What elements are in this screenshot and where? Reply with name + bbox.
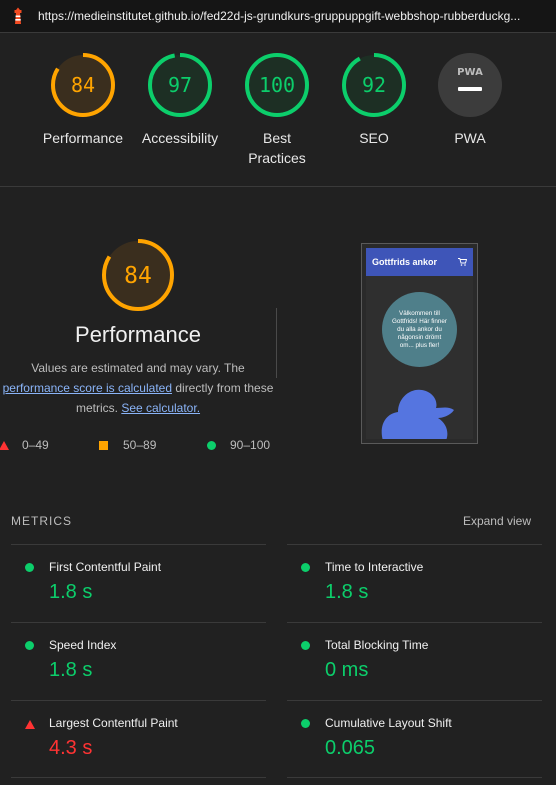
score-calculated-link[interactable]: performance score is calculated <box>3 381 172 395</box>
metric-title: Time to Interactive <box>325 560 424 574</box>
gauge-label: Accessibility <box>141 130 219 146</box>
pass-circle-icon <box>301 563 310 572</box>
final-screenshot[interactable]: Gottfrids ankor Välkommen till Gottfrids… <box>361 243 478 444</box>
page-url[interactable]: https://medieinstitutet.github.io/fed22d… <box>38 9 528 23</box>
pass-circle-icon <box>301 641 310 650</box>
site-name: Gottfrids ankor <box>372 257 438 267</box>
performance-title: Performance <box>75 322 201 347</box>
gauge-ring: 100 <box>245 53 309 117</box>
metric-cumulative-layout-shift: Cumulative Layout Shift 0.065 <box>287 700 542 778</box>
screenshot-content: Gottfrids ankor Välkommen till Gottfrids… <box>366 248 473 439</box>
score-legend: 0–49 50–89 90–100 <box>0 438 276 454</box>
performance-summary: 84 Performance Values are estimated and … <box>0 238 276 418</box>
section-divider <box>0 186 556 187</box>
square-icon <box>99 440 108 450</box>
desc-line3: metrics. <box>75 401 122 415</box>
lighthouse-logo-icon <box>14 7 22 24</box>
gauge-best-practices[interactable]: 100 Best Practices <box>227 52 327 168</box>
pass-circle-icon <box>25 563 34 572</box>
gauge-score: 100 <box>259 73 295 97</box>
gauge-label-line1: Best <box>262 130 291 146</box>
metric-value: 0 ms <box>325 659 369 681</box>
gauge-pwa[interactable]: PWA PWA <box>420 52 520 148</box>
pass-circle-icon <box>301 719 310 728</box>
gauge-label-line2: Practices <box>248 150 306 166</box>
metric-speed-index: Speed Index 1.8 s <box>11 622 266 700</box>
pwa-badge-icon: PWA <box>438 53 502 117</box>
pwa-badge-text: PWA <box>457 67 483 78</box>
category-gauges: 84 Performance 97 Accessibility 100 Best… <box>0 52 556 172</box>
gauge-label: SEO <box>359 130 389 146</box>
desc-line1: Values are estimated and may vary. The <box>31 361 245 375</box>
metric-title: First Contentful Paint <box>49 560 162 574</box>
performance-score: 84 <box>124 263 152 289</box>
desc-mid: directly from these <box>172 381 274 395</box>
gauge-seo[interactable]: 92 SEO <box>324 52 424 148</box>
metrics-bottom-divider <box>11 777 266 778</box>
gauge-ring: 92 <box>342 53 406 117</box>
gauge-accessibility[interactable]: 97 Accessibility <box>130 52 230 148</box>
gauge-performance[interactable]: 84 Performance <box>33 52 133 148</box>
metric-value: 1.8 s <box>49 581 93 603</box>
legend-average-label: 50–89 <box>123 438 157 452</box>
legend-bad: 0–49 <box>0 438 49 452</box>
metric-total-blocking-time: Total Blocking Time 0 ms <box>287 622 542 700</box>
gauge-ring: 84 <box>51 53 115 117</box>
legend-average: 50–89 <box>99 438 156 452</box>
circle-icon <box>207 440 216 450</box>
fail-triangle-icon <box>25 720 35 729</box>
gauge-score: 97 <box>168 73 192 97</box>
url-bar: https://medieinstitutet.github.io/fed22d… <box>0 0 556 33</box>
gauge-label: Best Practices <box>227 128 327 168</box>
welcome-circle: Välkommen till Gottfrids! Här finner du … <box>382 292 457 367</box>
metrics-heading: METRICS <box>11 514 72 528</box>
gauge-label: Performance <box>42 130 124 146</box>
metric-value: 4.3 s <box>49 737 93 759</box>
duck-icon <box>381 389 454 439</box>
pass-circle-icon <box>25 641 34 650</box>
metric-value: 0.065 <box>325 737 376 759</box>
metric-first-contentful-paint: First Contentful Paint 1.8 s <box>11 544 266 622</box>
metric-title: Largest Contentful Paint <box>49 716 178 730</box>
see-calculator-link[interactable]: See calculator. <box>121 401 200 415</box>
expand-view-button[interactable]: Expand view <box>463 514 531 528</box>
gauge-ring: 97 <box>148 53 212 117</box>
gauge-label: PWA <box>454 130 486 146</box>
metric-value: 1.8 s <box>49 659 93 681</box>
metrics-header: METRICS Expand view <box>11 514 531 528</box>
gauge-score: 84 <box>71 73 95 97</box>
performance-gauge: 84 <box>102 239 174 311</box>
vertical-divider <box>276 308 277 378</box>
metric-time-to-interactive: Time to Interactive 1.8 s <box>287 544 542 622</box>
legend-bad-label: 0–49 <box>22 438 49 452</box>
triangle-icon <box>0 440 9 450</box>
metric-title: Speed Index <box>49 638 117 652</box>
legend-good-label: 90–100 <box>230 438 271 452</box>
metric-title: Cumulative Layout Shift <box>325 716 452 730</box>
metric-title: Total Blocking Time <box>325 638 429 652</box>
legend-good: 90–100 <box>207 438 270 452</box>
gauge-score: 92 <box>362 73 386 97</box>
metric-value: 1.8 s <box>325 581 369 603</box>
cart-icon <box>458 258 467 266</box>
site-header: Gottfrids ankor <box>366 248 473 276</box>
metric-largest-contentful-paint: Largest Contentful Paint 4.3 s <box>11 700 266 778</box>
metrics-bottom-divider <box>287 777 542 778</box>
performance-description: Values are estimated and may vary. The p… <box>0 358 276 418</box>
